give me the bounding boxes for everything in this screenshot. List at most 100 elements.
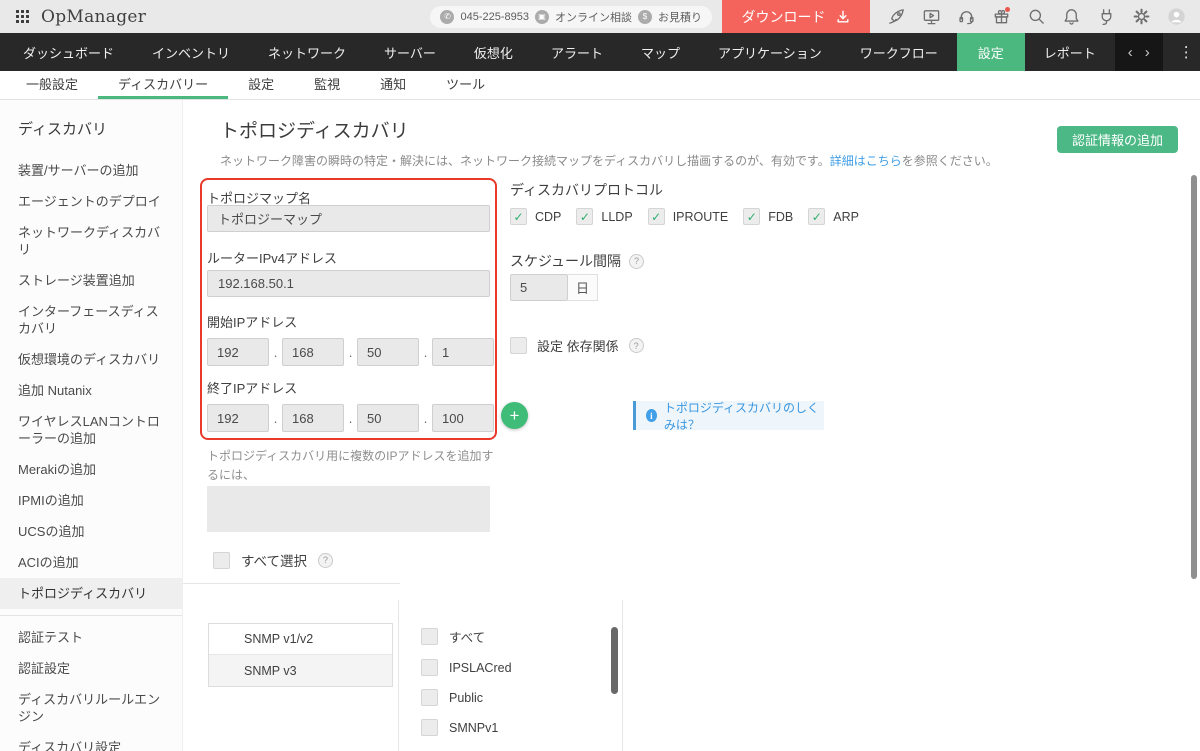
checkbox-lldp[interactable]: ✓ (576, 208, 594, 225)
nav-item-dashboard[interactable]: ダッシュボード (4, 33, 133, 71)
credential-label-ipslacred: IPSLACred (449, 660, 512, 675)
sidebar-item-network-discovery[interactable]: ネットワークディスカバリ (0, 217, 182, 265)
sidebar-item-deploy-agent[interactable]: エージェントのデプロイ (0, 186, 182, 217)
sidebar-item-add-meraki[interactable]: Merakiの追加 (0, 454, 182, 485)
checkbox-credential-smnpv1[interactable]: ✓ (421, 719, 438, 736)
subnav-tab-monitoring[interactable]: 監視 (294, 71, 360, 99)
online-consult-link[interactable]: オンライン相談 (555, 9, 632, 25)
end-ip-octet-4[interactable] (432, 404, 494, 432)
octet-separator: . (273, 410, 278, 426)
nav-item-network[interactable]: ネットワーク (249, 33, 365, 71)
nav-pager: ‹ › (1114, 33, 1163, 71)
sidebar-item-virtual-env-discovery[interactable]: 仮想環境のディスカバリ (0, 344, 182, 375)
nav-item-alerts[interactable]: アラート (532, 33, 622, 71)
nav-item-inventory[interactable]: インベントリ (133, 33, 249, 71)
checkbox-fdb[interactable]: ✓ (743, 208, 761, 225)
dependency-checkbox[interactable] (510, 337, 527, 354)
plugin-icon[interactable] (1096, 7, 1116, 27)
user-avatar[interactable] (1166, 7, 1186, 27)
dependency-help-icon[interactable]: ? (628, 338, 644, 353)
credential-tab-snmp-v3[interactable]: SNMP v3 (209, 655, 392, 686)
checkbox-arp[interactable]: ✓ (808, 208, 826, 225)
gear-icon[interactable] (1131, 7, 1151, 27)
octet-separator: . (273, 344, 278, 360)
demo-video-icon[interactable] (921, 7, 941, 27)
nav-item-server[interactable]: サーバー (365, 33, 455, 71)
add-credential-button[interactable]: 認証情報の追加 (1056, 126, 1178, 153)
sidebar-item-add-wlan-controller[interactable]: ワイヤレスLANコントローラーの追加 (0, 406, 182, 454)
schedule-help-icon[interactable]: ? (629, 253, 645, 269)
map-name-input[interactable] (207, 205, 490, 232)
start-ip-octet-1[interactable] (207, 338, 269, 366)
checkbox-credential-public[interactable]: ✓ (421, 689, 438, 706)
end-ip-octet-1[interactable] (207, 404, 269, 432)
search-icon[interactable] (1026, 7, 1046, 27)
download-icon (836, 10, 849, 23)
rocket-icon[interactable] (886, 7, 906, 27)
credential-option-all: ✓ すべて (421, 627, 512, 646)
settings-sub-nav: 一般設定 ディスカバリー 設定 監視 通知 ツール (0, 71, 1200, 100)
how-it-works-link[interactable]: トポロジディスカバリのしくみは？ (664, 399, 824, 433)
sidebar-item-discovery-settings[interactable]: ディスカバリ設定 (0, 732, 182, 751)
sidebar-item-add-nutanix[interactable]: 追加 Nutanix (0, 375, 182, 406)
discovery-sidebar: ディスカバリ 装置/サーバーの追加 エージェントのデプロイ ネットワークディスカバリ… (0, 100, 183, 751)
nav-item-maps[interactable]: マップ (622, 33, 699, 71)
add-ip-range-button[interactable]: + (501, 402, 528, 429)
sidebar-item-interface-discovery[interactable]: インターフェースディスカバリ (0, 296, 182, 344)
nav-item-virtualization[interactable]: 仮想化 (455, 33, 532, 71)
nav-next-icon[interactable]: › (1145, 44, 1150, 61)
sidebar-item-add-ipmi[interactable]: IPMIの追加 (0, 485, 182, 516)
select-all-checkbox[interactable] (213, 551, 230, 569)
subnav-tab-notification[interactable]: 通知 (360, 71, 426, 99)
download-button[interactable]: ダウンロード (722, 0, 870, 33)
sidebar-item-credential-settings[interactable]: 認証設定 (0, 653, 182, 684)
nav-prev-icon[interactable]: ‹ (1128, 44, 1133, 61)
protocol-checkbox-row: ✓ CDP ✓ LLDP ✓ IPROUTE ✓ FDB ✓ ARP (510, 208, 859, 225)
support-headset-icon[interactable] (956, 7, 976, 27)
details-link[interactable]: 詳細はこちら (830, 154, 902, 168)
sidebar-item-credential-test[interactable]: 認証テスト (0, 622, 182, 653)
subnav-tab-discovery[interactable]: ディスカバリー (98, 71, 229, 99)
start-ip-octet-4[interactable] (432, 338, 494, 366)
select-all-help-icon[interactable]: ? (318, 552, 334, 568)
app-grid-icon[interactable] (16, 10, 29, 23)
gift-icon[interactable] (991, 6, 1011, 27)
sidebar-item-discovery-rule-engine[interactable]: ディスカバリルールエンジン (0, 684, 182, 732)
nav-more-icon[interactable]: ⋮ (1163, 33, 1200, 71)
schedule-interval-row: スケジュール間隔 ? (510, 251, 645, 271)
sidebar-item-add-device-server[interactable]: 装置/サーバーの追加 (0, 155, 182, 186)
schedule-unit-label: 日 (568, 274, 598, 301)
end-ip-label: 終了IPアドレス (207, 381, 298, 396)
start-ip-octet-2[interactable] (282, 338, 344, 366)
bell-icon[interactable] (1061, 7, 1081, 27)
checkbox-iproute[interactable]: ✓ (647, 208, 665, 225)
multi-ip-textarea[interactable] (207, 486, 490, 532)
phone-number[interactable]: 045-225-8953 (460, 11, 529, 23)
checkbox-credential-all[interactable]: ✓ (421, 628, 438, 645)
sidebar-item-topology-discovery[interactable]: トポロジディスカバリ (0, 578, 182, 609)
estimate-link[interactable]: お見積り (658, 9, 702, 25)
app-logo[interactable]: OpManager (41, 7, 146, 27)
start-ip-octet-3[interactable] (357, 338, 419, 366)
checkbox-cdp[interactable]: ✓ (510, 208, 527, 225)
schedule-interval-input[interactable] (510, 274, 568, 301)
subnav-tab-general-settings[interactable]: 一般設定 (6, 71, 98, 99)
how-it-works-info-box[interactable]: i トポロジディスカバリのしくみは？ (633, 399, 824, 433)
page-scrollbar[interactable] (1191, 175, 1197, 579)
subnav-tab-settings[interactable]: 設定 (228, 71, 294, 99)
checkbox-credential-ipslacred[interactable]: ✓ (421, 659, 438, 676)
nav-item-settings[interactable]: 設定 (956, 33, 1025, 71)
sidebar-item-add-storage[interactable]: ストレージ装置追加 (0, 265, 182, 296)
sidebar-item-add-aci[interactable]: ACIの追加 (0, 547, 182, 578)
sidebar-item-add-ucs[interactable]: UCSの追加 (0, 516, 182, 547)
router-ip-input[interactable] (207, 270, 490, 297)
end-ip-octet-3[interactable] (357, 404, 419, 432)
credential-tab-snmp-v1v2[interactable]: SNMP v1/v2 (209, 624, 392, 655)
subnav-tab-tools[interactable]: ツール (426, 71, 505, 99)
nav-item-workflow[interactable]: ワークフロー (841, 33, 957, 71)
nav-item-applications[interactable]: アプリケーション (699, 33, 841, 71)
end-ip-octet-2[interactable] (282, 404, 344, 432)
credential-type-list: SNMP v1/v2 SNMP v3 (208, 623, 393, 687)
nav-item-reports[interactable]: レポート (1025, 33, 1115, 71)
credential-list-scrollbar[interactable] (611, 627, 618, 694)
